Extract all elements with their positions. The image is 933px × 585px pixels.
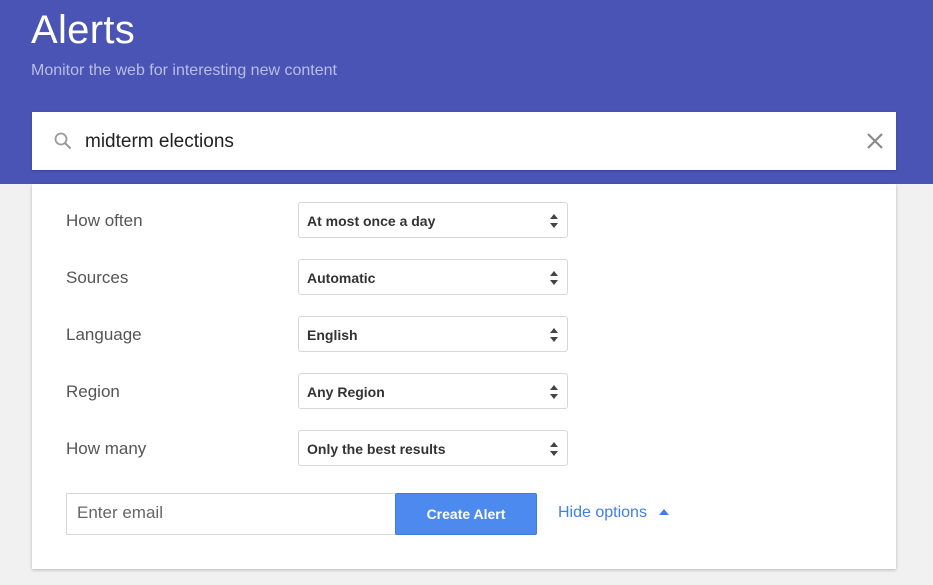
email-field-wrapper: [66, 493, 396, 535]
option-label: Sources: [66, 268, 129, 287]
email-field[interactable]: [67, 494, 377, 532]
select-arrows-icon: [550, 271, 558, 285]
close-icon[interactable]: [864, 130, 886, 152]
create-alert-button[interactable]: Create Alert: [395, 493, 537, 535]
select-arrows-icon: [550, 385, 558, 399]
select-arrows-icon: [550, 328, 558, 342]
how-often-select[interactable]: At most once a day: [298, 202, 568, 238]
option-label: Region: [66, 382, 120, 401]
select-arrows-icon: [550, 442, 558, 456]
select-value: English: [307, 327, 358, 343]
option-row-how-many: How many Only the best results: [32, 430, 896, 470]
option-label: How often: [66, 211, 143, 230]
option-label: Language: [66, 325, 142, 344]
option-row-how-often: How often At most once a day: [32, 202, 896, 242]
option-row-region: Region Any Region: [32, 373, 896, 413]
option-row-language: Language English: [32, 316, 896, 356]
page-subtitle: Monitor the web for interesting new cont…: [31, 62, 337, 79]
option-label: How many: [66, 439, 147, 458]
select-value: Only the best results: [307, 441, 446, 457]
select-value: Automatic: [307, 270, 376, 286]
options-card: How often At most once a day Sources Aut…: [32, 184, 896, 569]
how-many-select[interactable]: Only the best results: [298, 430, 568, 466]
select-value: Any Region: [307, 384, 385, 400]
hide-options-link[interactable]: Hide options: [558, 504, 669, 522]
search-input[interactable]: midterm elections: [85, 131, 234, 153]
search-icon: [54, 132, 72, 150]
option-row-sources: Sources Automatic: [32, 259, 896, 299]
select-value: At most once a day: [307, 213, 436, 229]
page-title: Alerts: [31, 8, 136, 52]
search-bar[interactable]: midterm elections: [32, 112, 896, 170]
caret-up-icon: [658, 509, 669, 515]
hide-options-label: Hide options: [558, 504, 647, 521]
select-arrows-icon: [550, 214, 558, 228]
language-select[interactable]: English: [298, 316, 568, 352]
region-select[interactable]: Any Region: [298, 373, 568, 409]
sources-select[interactable]: Automatic: [298, 259, 568, 295]
